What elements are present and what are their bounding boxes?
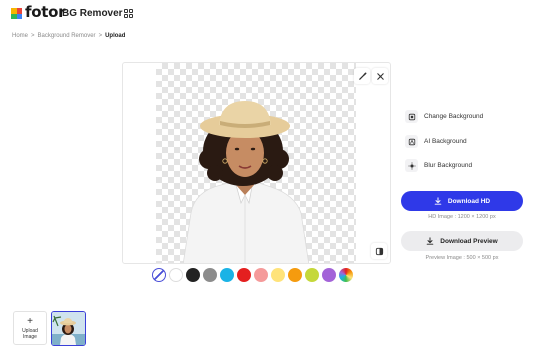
change-background-icon: [405, 110, 418, 123]
blur-background-icon: [405, 159, 418, 172]
image-canvas[interactable]: [122, 62, 391, 264]
swatch-transparent[interactable]: [152, 268, 166, 282]
breadcrumb-separator: >: [31, 33, 35, 39]
grid-icon[interactable]: [124, 9, 133, 18]
swatch-color[interactable]: [169, 268, 183, 282]
ai-background-icon: [405, 135, 418, 148]
swatch-color[interactable]: [186, 268, 200, 282]
ai-background-option[interactable]: AI Background: [405, 135, 467, 148]
preview-size-note: Preview Image : 500 × 500 px: [425, 255, 499, 261]
blur-background-label: Blur Background: [424, 162, 473, 169]
fotor-logo-icon[interactable]: [11, 8, 22, 19]
swatch-color[interactable]: [254, 268, 268, 282]
change-background-label: Change Background: [424, 113, 484, 120]
swatch-color[interactable]: [220, 268, 234, 282]
upload-image-button[interactable]: + Upload Image: [13, 311, 47, 345]
download-hd-button[interactable]: Download HD: [401, 191, 523, 211]
download-icon: [434, 197, 442, 205]
hd-size-note: HD Image : 1200 × 1200 px: [428, 214, 496, 220]
thumbnail-image: [52, 312, 85, 345]
download-preview-button[interactable]: Download Preview: [401, 231, 523, 251]
breadcrumb-background-remover[interactable]: Background Remover: [38, 33, 96, 39]
image-thumbnail[interactable]: [51, 311, 86, 346]
compare-icon[interactable]: [371, 243, 387, 259]
change-background-option[interactable]: Change Background: [405, 110, 483, 123]
ai-background-label: AI Background: [424, 138, 467, 145]
blur-background-option[interactable]: Blur Background: [405, 159, 472, 172]
swatch-color[interactable]: [237, 268, 251, 282]
product-title: BG Remover: [62, 8, 123, 19]
brand-name[interactable]: fotor: [25, 3, 66, 21]
swatch-color[interactable]: [203, 268, 217, 282]
breadcrumb-current: Upload: [105, 33, 126, 39]
breadcrumb-home[interactable]: Home: [12, 33, 28, 39]
swatch-color[interactable]: [305, 268, 319, 282]
swatch-color[interactable]: [271, 268, 285, 282]
download-icon: [427, 237, 434, 245]
download-hd-label: Download HD: [447, 197, 491, 205]
brush-icon[interactable]: [354, 68, 370, 84]
subject-image: [182, 101, 310, 263]
swatch-color[interactable]: [322, 268, 336, 282]
breadcrumb-separator: >: [98, 33, 103, 39]
swatch-color[interactable]: [288, 268, 302, 282]
background-color-swatches: [152, 268, 353, 282]
app-header: fotor BG Remover: [0, 0, 554, 28]
plus-icon: +: [27, 315, 33, 327]
upload-label-line2: Image: [23, 333, 37, 340]
download-preview-label: Download Preview: [440, 237, 498, 245]
magic-erase-icon[interactable]: [372, 68, 388, 84]
swatch-custom-color[interactable]: [339, 268, 353, 282]
breadcrumb: Home > Background Remover > Upload: [12, 33, 125, 39]
